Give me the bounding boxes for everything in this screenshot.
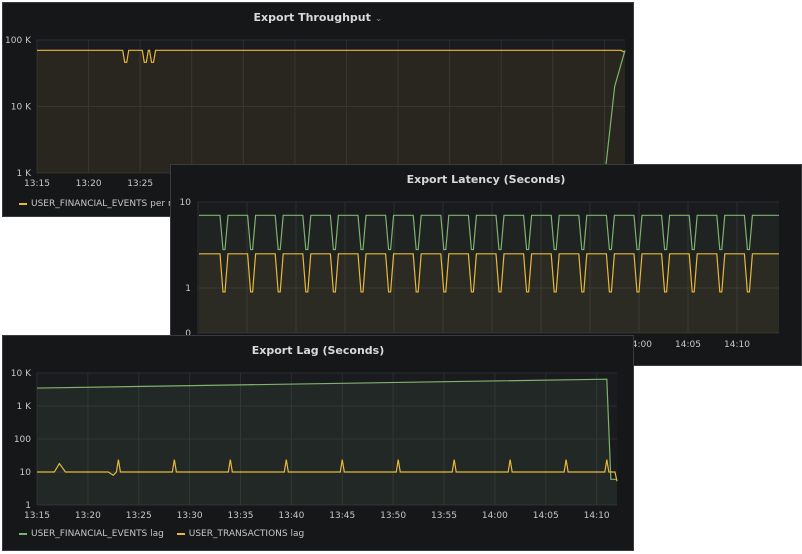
x-tick-label: 14:05 <box>675 340 701 350</box>
x-tick-label: 13:45 <box>329 511 355 521</box>
legend-item[interactable]: USER_FINANCIAL_EVENTS lag <box>19 529 164 539</box>
x-tick-label: 13:20 <box>76 179 102 189</box>
y-tick-label: 1 K <box>17 169 33 179</box>
legend-label: USER_FINANCIAL_EVENTS lag <box>31 529 164 539</box>
y-tick-label: 10 <box>20 468 32 478</box>
legend-item[interactable]: USER_FINANCIAL_EVENTS per min <box>19 199 185 209</box>
legend-swatch <box>19 532 27 535</box>
y-tick-label: 1 <box>185 284 191 294</box>
x-tick-label: 13:15 <box>24 511 50 521</box>
x-tick-label: 14:00 <box>482 511 508 521</box>
y-tick-label: 100 <box>14 435 31 445</box>
x-tick-label: 13:40 <box>278 511 304 521</box>
lag-chart: 1 10 100 1 K 10 K 13:15 13:20 13:25 13:30 13:35 13… <box>11 369 618 521</box>
x-tick-label: 14:05 <box>533 511 559 521</box>
x-tick-label: 14:10 <box>584 511 610 521</box>
legend-swatch <box>19 202 27 205</box>
x-tick-label: 14:10 <box>724 340 750 350</box>
y-tick-label: 100 K <box>5 36 32 46</box>
x-tick-label: 13:15 <box>24 179 50 189</box>
x-tick-label: 13:20 <box>75 511 101 521</box>
legend-label: USER_FINANCIAL_EVENTS per min <box>31 199 185 209</box>
y-tick-label: 1 <box>25 501 31 511</box>
x-tick-label: 13:50 <box>380 511 406 521</box>
series-area <box>37 379 617 505</box>
legend: USER_FINANCIAL_EVENTS per min <box>19 199 195 209</box>
x-tick-label: 13:35 <box>228 511 254 521</box>
lag-panel: Export Lag (Seconds) 1 10 100 1 K 10 K 13:15 1… <box>2 335 634 551</box>
y-tick-label: 10 K <box>11 103 32 113</box>
y-tick-label: 10 <box>180 198 192 208</box>
x-tick-label: 13:25 <box>127 179 153 189</box>
x-tick-label: 13:30 <box>177 511 203 521</box>
y-tick-label: 1 K <box>17 402 33 412</box>
legend-label: USER_TRANSACTIONS lag <box>188 529 305 539</box>
legend-item[interactable]: USER_TRANSACTIONS lag <box>176 529 305 539</box>
x-tick-label: 13:55 <box>431 511 457 521</box>
legend-swatch <box>176 532 185 535</box>
legend: USER_FINANCIAL_EVENTS lag USER_TRANSACTI… <box>19 529 314 539</box>
y-tick-label: 10 K <box>11 369 32 379</box>
x-tick-label: 13:25 <box>126 511 152 521</box>
series-area <box>37 50 625 173</box>
